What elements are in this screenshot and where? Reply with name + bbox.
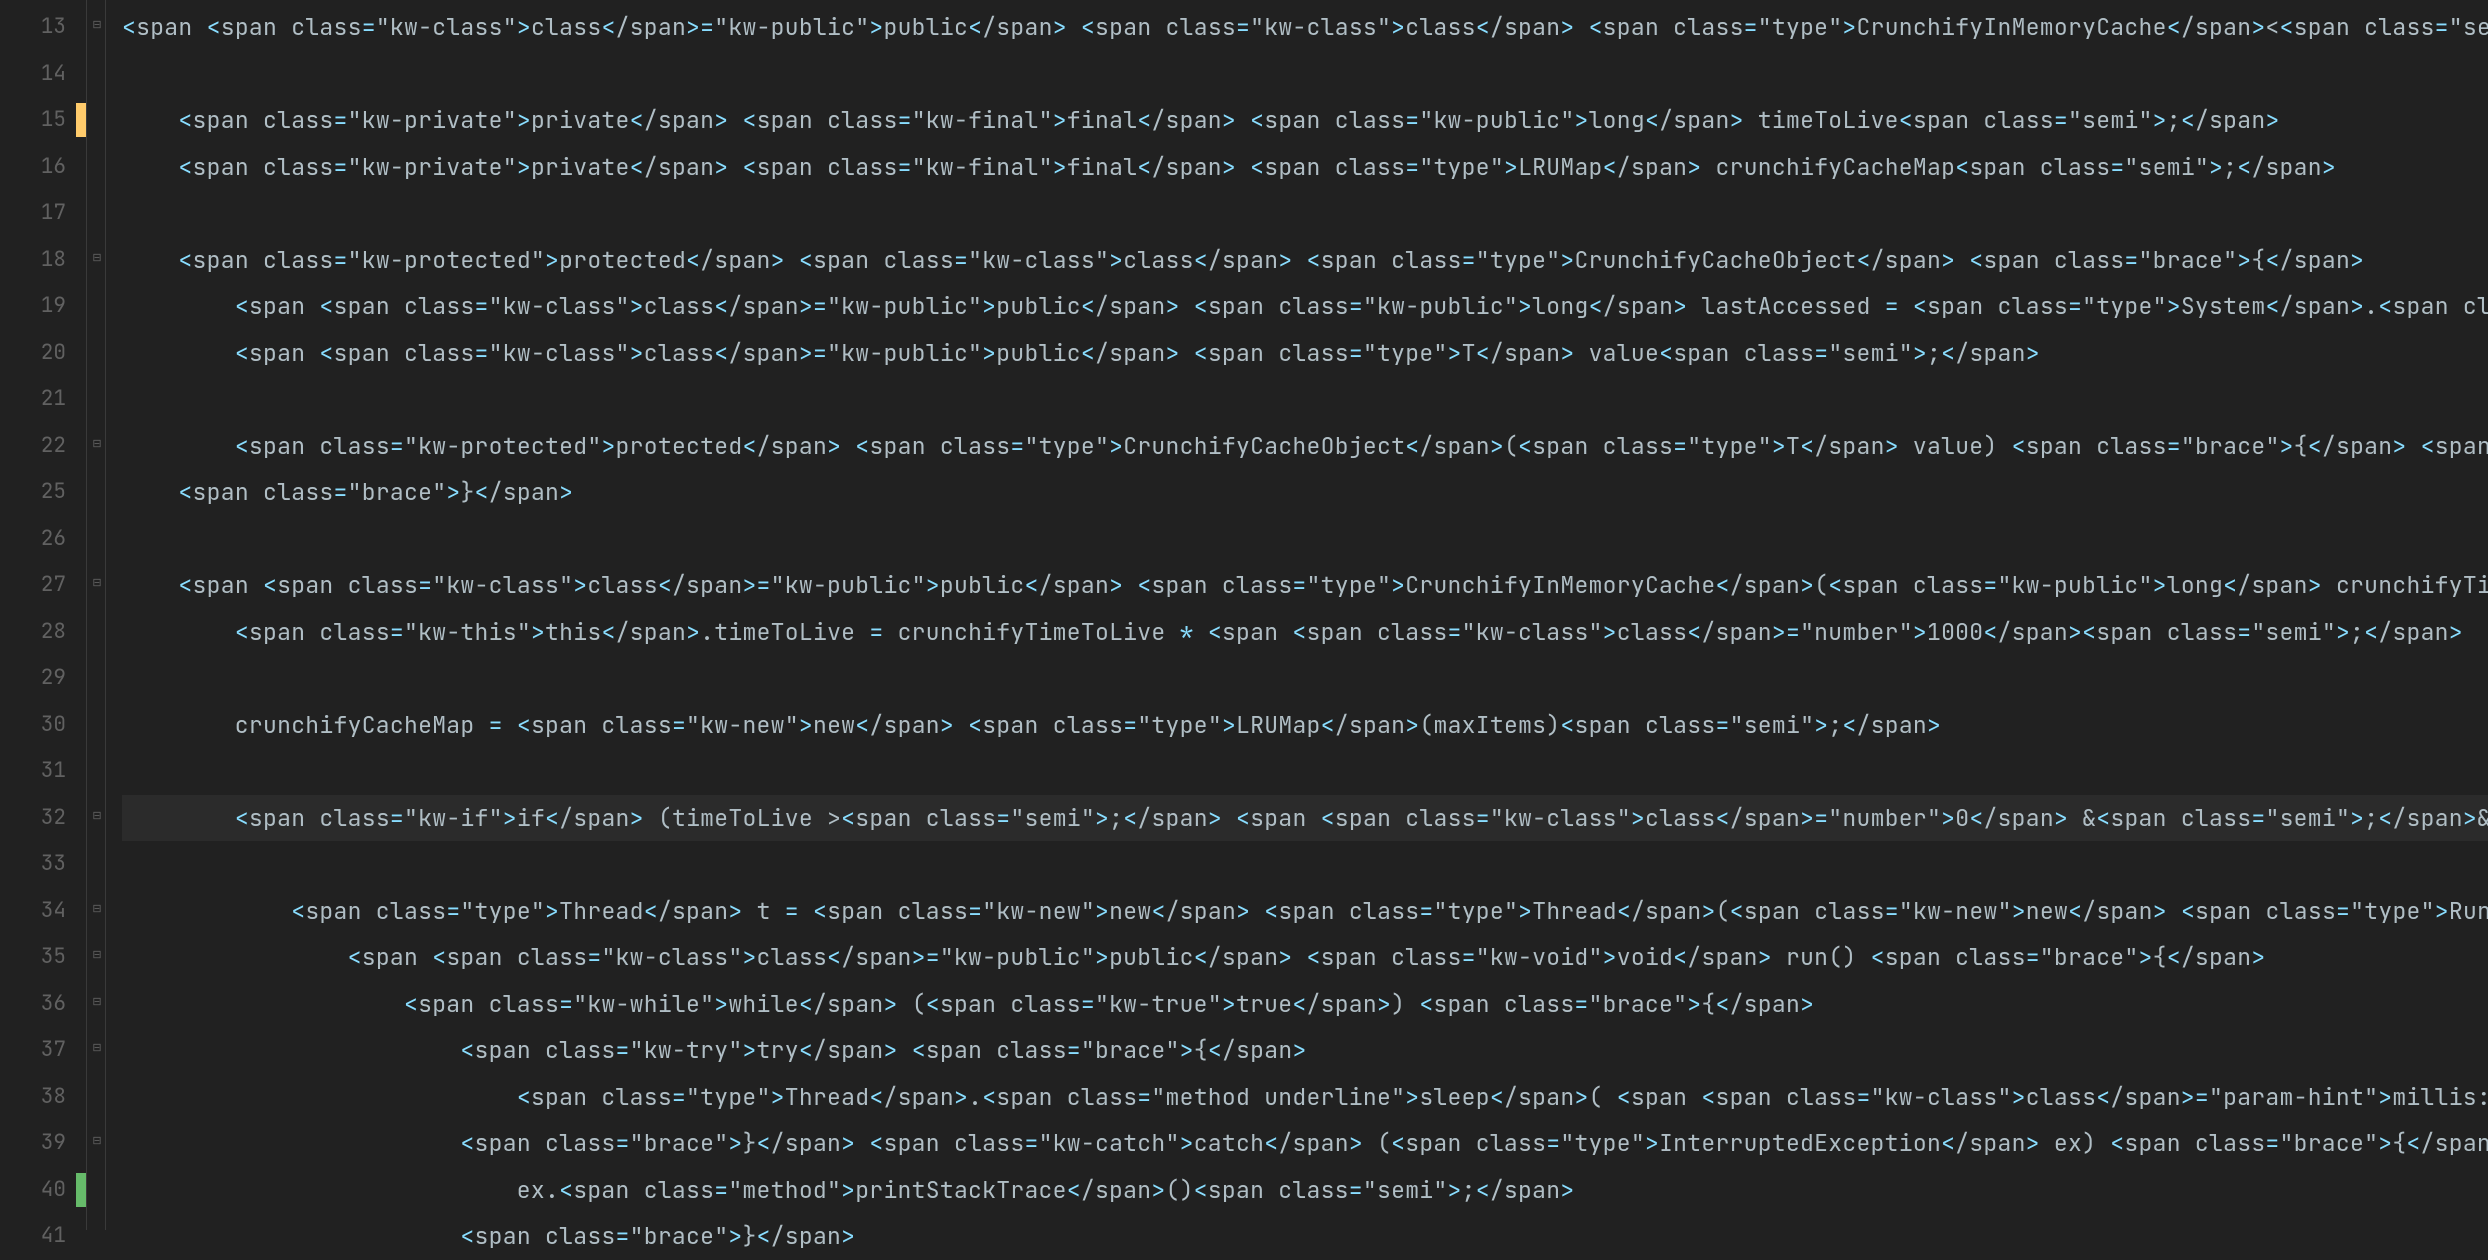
code-line[interactable] [122, 51, 2488, 98]
code-line[interactable] [122, 748, 2488, 795]
code-line[interactable]: crunchifyCacheMap = <span class="kw-new"… [122, 702, 2488, 749]
code-line[interactable]: ex.<span class="method">printStackTrace<… [122, 1167, 2488, 1214]
line-number[interactable]: 34 [0, 888, 86, 935]
line-number[interactable]: 20 [0, 330, 86, 377]
fold-toggle-icon[interactable]: ⊟ [90, 995, 104, 1009]
line-number[interactable]: 39 [0, 1120, 86, 1167]
line-number[interactable]: 13 [0, 4, 86, 51]
fold-gutter[interactable]: ⊟ ⊟ ⊟ ⊟ ⊟ ⊟ ⊟ ⊟ ⊟ ⊟ [86, 0, 106, 1230]
fold-toggle-icon[interactable]: ⊟ [90, 902, 104, 916]
code-line[interactable]: <span class="kw-private">private</span> … [122, 97, 2488, 144]
code-line[interactable]: <span class="kw-while">while</span> (<sp… [122, 981, 2488, 1028]
code-line[interactable]: <span <span class="kw-class">class</span… [122, 330, 2488, 377]
code-line[interactable] [122, 655, 2488, 702]
code-line[interactable]: <span class="type">Thread</span> t = <sp… [122, 888, 2488, 935]
fold-toggle-icon[interactable]: ⊟ [90, 18, 104, 32]
code-line[interactable] [122, 190, 2488, 237]
code-line[interactable]: <span class="brace">}</span> [122, 1213, 2488, 1260]
line-number[interactable]: 26 [0, 516, 86, 563]
fold-toggle-icon[interactable]: ⊟ [90, 948, 104, 962]
line-number[interactable]: 30 [0, 702, 86, 749]
line-number[interactable]: 25 [0, 469, 86, 516]
line-number[interactable]: 38 [0, 1074, 86, 1121]
code-line[interactable]: <span class="kw-this">this</span>.timeTo… [122, 609, 2488, 656]
code-editor[interactable]: 1314151617181920212225262728293031323334… [0, 0, 2488, 1230]
code-line[interactable]: <span class="kw-try">try</span> <span cl… [122, 1027, 2488, 1074]
line-number[interactable]: 16 [0, 144, 86, 191]
fold-toggle-icon[interactable]: ⊟ [90, 809, 104, 823]
line-number[interactable]: 36 [0, 981, 86, 1028]
line-number[interactable]: 29 [0, 655, 86, 702]
code-line[interactable] [122, 376, 2488, 423]
line-number[interactable]: 32 [0, 795, 86, 842]
code-line[interactable]: <span class="kw-private">private</span> … [122, 144, 2488, 191]
fold-toggle-icon[interactable]: ⊟ [90, 1041, 104, 1055]
line-number[interactable]: 35✱ [0, 934, 86, 981]
line-number[interactable]: 19 [0, 283, 86, 330]
code-line[interactable]: <span class="brace">}</span> [122, 469, 2488, 516]
line-number[interactable]: 21 [0, 376, 86, 423]
line-number[interactable]: 27 [0, 562, 86, 609]
line-number-gutter: 1314151617181920212225262728293031323334… [0, 0, 86, 1230]
line-number[interactable]: 33 [0, 841, 86, 888]
code-line[interactable] [122, 516, 2488, 563]
line-number[interactable]: 18 [0, 237, 86, 284]
line-number[interactable]: 15 [0, 97, 86, 144]
line-number[interactable]: 40 [0, 1167, 86, 1214]
fold-toggle-icon[interactable]: ⊟ [90, 576, 104, 590]
line-number[interactable]: 22 [0, 423, 86, 470]
code-line[interactable]: <span class="brace">}</span> <span class… [122, 1120, 2488, 1167]
code-line[interactable]: <span <span class="kw-class">class</span… [122, 4, 2488, 51]
fold-toggle-icon[interactable]: ⊟ [90, 437, 104, 451]
code-line[interactable]: <span class="kw-if">if</span> (timeToLiv… [122, 795, 2488, 842]
fold-toggle-icon[interactable]: ⊟ [90, 251, 104, 265]
line-number[interactable]: 31 [0, 748, 86, 795]
line-number[interactable]: 14 [0, 51, 86, 98]
line-number[interactable]: 41 [0, 1213, 86, 1260]
code-line[interactable]: <span class="kw-protected">protected</sp… [122, 423, 2488, 470]
line-number[interactable]: 37 [0, 1027, 86, 1074]
code-line[interactable]: <span <span class="kw-class">class</span… [122, 562, 2488, 609]
code-line[interactable]: <span <span class="kw-class">class</span… [122, 934, 2488, 981]
fold-toggle-icon[interactable]: ⊟ [90, 1134, 104, 1148]
code-line[interactable]: <span class="type">Thread</span>.<span c… [122, 1074, 2488, 1121]
code-line[interactable]: <span class="kw-protected">protected</sp… [122, 237, 2488, 284]
line-number[interactable]: 28 [0, 609, 86, 656]
code-line[interactable] [122, 841, 2488, 888]
code-text-area[interactable]: <span <span class="kw-class">class</span… [106, 0, 2488, 1230]
line-number[interactable]: 17 [0, 190, 86, 237]
code-line[interactable]: <span <span class="kw-class">class</span… [122, 283, 2488, 330]
